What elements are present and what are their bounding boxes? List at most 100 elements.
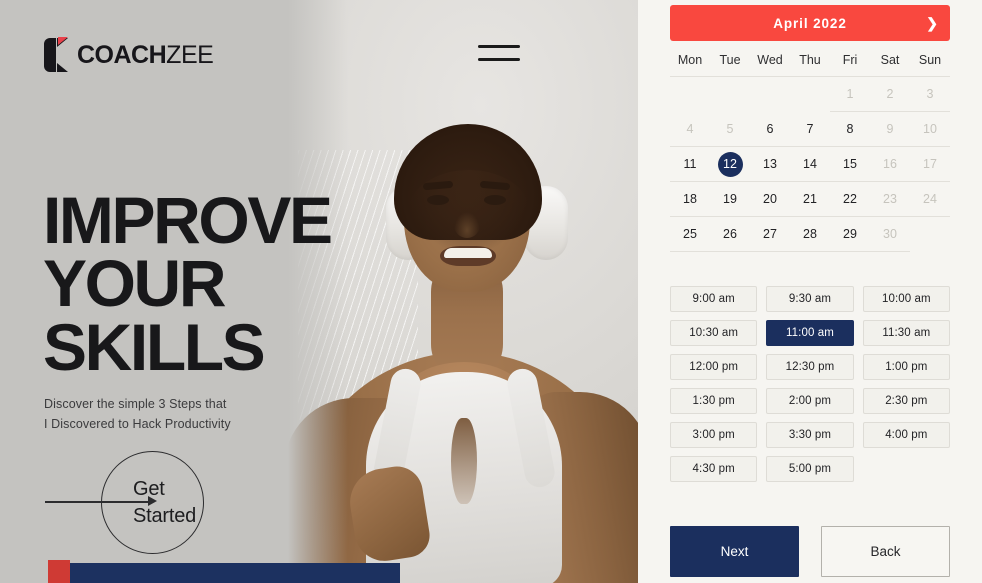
get-started-button[interactable]: Get Started bbox=[45, 448, 255, 558]
calendar-cell-empty bbox=[750, 77, 790, 112]
calendar-day-label: 20 bbox=[763, 192, 777, 206]
calendar-day-label: 28 bbox=[803, 227, 817, 241]
hamburger-bar-2 bbox=[478, 58, 520, 61]
calendar-day-label: 8 bbox=[846, 122, 854, 136]
cta-label-line-2: Started bbox=[133, 504, 197, 527]
headline-line-3: SKILLS bbox=[43, 309, 266, 384]
time-slot[interactable]: 10:00 am bbox=[862, 286, 950, 312]
time-slot[interactable]: 9:00 am bbox=[670, 286, 758, 312]
calendar-day-label: 30 bbox=[883, 227, 897, 241]
time-slot[interactable]: 3:30 pm bbox=[766, 422, 854, 448]
booking-panel: April 2022 ❯ Mon Tue Wed Thu Fri Sat Sun… bbox=[638, 0, 982, 583]
brand-name-light: ZEE bbox=[166, 40, 214, 69]
hero-photo bbox=[288, 0, 638, 583]
calendar-grid[interactable]: Mon Tue Wed Thu Fri Sat Sun 1 2 3 4 5 6 7 8 9 10 1… bbox=[670, 45, 950, 252]
get-started-label: Get Started bbox=[133, 476, 263, 529]
hamburger-menu-icon[interactable] bbox=[478, 45, 520, 61]
calendar-day-label: 7 bbox=[806, 121, 814, 136]
next-button[interactable]: Next bbox=[670, 526, 799, 577]
calendar-day-selected[interactable]: 12 bbox=[710, 146, 750, 182]
calendar-day-label: 13 bbox=[763, 157, 777, 171]
calendar-day-label: 25 bbox=[683, 227, 697, 241]
calendar-day-label: 6 bbox=[766, 121, 774, 136]
time-slot[interactable]: 1:00 pm bbox=[862, 354, 950, 380]
weekday-wed: Wed bbox=[750, 45, 790, 77]
hamburger-bar-1 bbox=[478, 45, 520, 48]
time-slot[interactable]: 10:30 am bbox=[670, 320, 758, 346]
weekday-tue: Tue bbox=[710, 45, 750, 77]
calendar-day[interactable]: 18 bbox=[670, 181, 710, 217]
calendar-day[interactable]: 14 bbox=[790, 146, 830, 182]
calendar-day-label: 14 bbox=[803, 157, 817, 171]
calendar-day-label: 16 bbox=[883, 157, 897, 171]
calendar-week-row: 11 12 13 14 15 16 17 bbox=[670, 146, 950, 182]
back-button[interactable]: Back bbox=[821, 526, 950, 577]
time-slot[interactable]: 1:30 pm bbox=[670, 388, 758, 414]
accent-bar-red bbox=[48, 560, 70, 583]
brand-logo[interactable]: COACHZEE bbox=[44, 37, 214, 72]
calendar-day: 5 bbox=[710, 111, 750, 147]
calendar-day: 1 bbox=[830, 76, 870, 112]
calendar-day: 16 bbox=[870, 146, 910, 182]
calendar-day[interactable]: 21 bbox=[790, 181, 830, 217]
calendar-day-label bbox=[758, 80, 783, 105]
calendar-day[interactable]: 19 bbox=[710, 181, 750, 217]
time-slot-selected[interactable]: 11:00 am bbox=[766, 320, 854, 346]
calendar-day[interactable]: 20 bbox=[750, 181, 790, 217]
time-slot[interactable]: 11:30 am bbox=[862, 320, 950, 346]
calendar-day[interactable]: 27 bbox=[750, 216, 790, 252]
brand-name: COACHZEE bbox=[77, 40, 214, 69]
time-slot[interactable]: 2:00 pm bbox=[766, 388, 854, 414]
calendar-day-label: 19 bbox=[723, 192, 737, 206]
calendar-day[interactable]: 15 bbox=[830, 146, 870, 182]
calendar-day-label: 5 bbox=[726, 121, 734, 136]
calendar-day[interactable]: 11 bbox=[670, 146, 710, 182]
accent-bar-navy bbox=[62, 563, 400, 583]
calendar-day[interactable]: 6 bbox=[750, 111, 790, 147]
calendar-weekday-row: Mon Tue Wed Thu Fri Sat Sun bbox=[670, 45, 950, 77]
calendar-day: 2 bbox=[870, 76, 910, 112]
calendar-day[interactable]: 8 bbox=[830, 111, 870, 147]
time-slot[interactable]: 4:00 pm bbox=[862, 422, 950, 448]
calendar-month-label: April 2022 bbox=[773, 15, 847, 31]
booking-actions: Next Back bbox=[670, 526, 950, 577]
time-slot[interactable]: 12:00 pm bbox=[670, 354, 758, 380]
calendar-day[interactable]: 13 bbox=[750, 146, 790, 182]
calendar-week-row: 25 26 27 28 29 30 bbox=[670, 216, 950, 252]
calendar-day-label bbox=[678, 80, 703, 105]
hero-panel: COACHZEE IMPROVE YOUR SKILLS Discover th… bbox=[0, 0, 638, 583]
time-slot[interactable]: 12:30 pm bbox=[766, 354, 854, 380]
calendar-header[interactable]: April 2022 ❯ bbox=[670, 5, 950, 41]
calendar-day-label: 2 bbox=[886, 87, 894, 101]
calendar-day-label: 18 bbox=[683, 192, 697, 206]
calendar-day-label: 29 bbox=[843, 227, 857, 241]
calendar-day[interactable]: 29 bbox=[830, 216, 870, 252]
time-slot[interactable]: 9:30 am bbox=[766, 286, 854, 312]
calendar-day[interactable]: 7 bbox=[790, 111, 830, 147]
calendar-day-label: 22 bbox=[843, 192, 857, 206]
calendar-week-row: 1 2 3 bbox=[670, 76, 950, 112]
calendar-day-label: 9 bbox=[886, 122, 894, 136]
calendar-day: 3 bbox=[910, 76, 950, 112]
calendar-day[interactable]: 25 bbox=[670, 216, 710, 252]
calendar-day: 17 bbox=[910, 146, 950, 182]
calendar-day: 30 bbox=[870, 216, 910, 252]
brand-name-bold: COACH bbox=[77, 40, 167, 69]
chevron-right-icon[interactable]: ❯ bbox=[926, 16, 938, 30]
time-slot-grid: 9:00 am 9:30 am 10:00 am 10:30 am 11:00 am 11… bbox=[670, 286, 950, 482]
calendar-cell-empty bbox=[710, 77, 750, 112]
calendar-day-label: 23 bbox=[883, 192, 897, 206]
calendar-day-label: 10 bbox=[923, 122, 937, 136]
time-slot[interactable]: 4:30 pm bbox=[670, 456, 758, 482]
calendar-day[interactable]: 22 bbox=[830, 181, 870, 217]
calendar-day: 10 bbox=[910, 111, 950, 147]
calendar-day[interactable]: 26 bbox=[710, 216, 750, 252]
calendar-week-row: 18 19 20 21 22 23 24 bbox=[670, 181, 950, 217]
calendar-day-label: 15 bbox=[843, 157, 857, 171]
calendar-day-label: 26 bbox=[723, 227, 737, 241]
time-slot[interactable]: 5:00 pm bbox=[766, 456, 854, 482]
time-slot[interactable]: 2:30 pm bbox=[862, 388, 950, 414]
calendar-day[interactable]: 28 bbox=[790, 216, 830, 252]
hero-subcopy: Discover the simple 3 Steps that I Disco… bbox=[44, 394, 231, 435]
time-slot[interactable]: 3:00 pm bbox=[670, 422, 758, 448]
